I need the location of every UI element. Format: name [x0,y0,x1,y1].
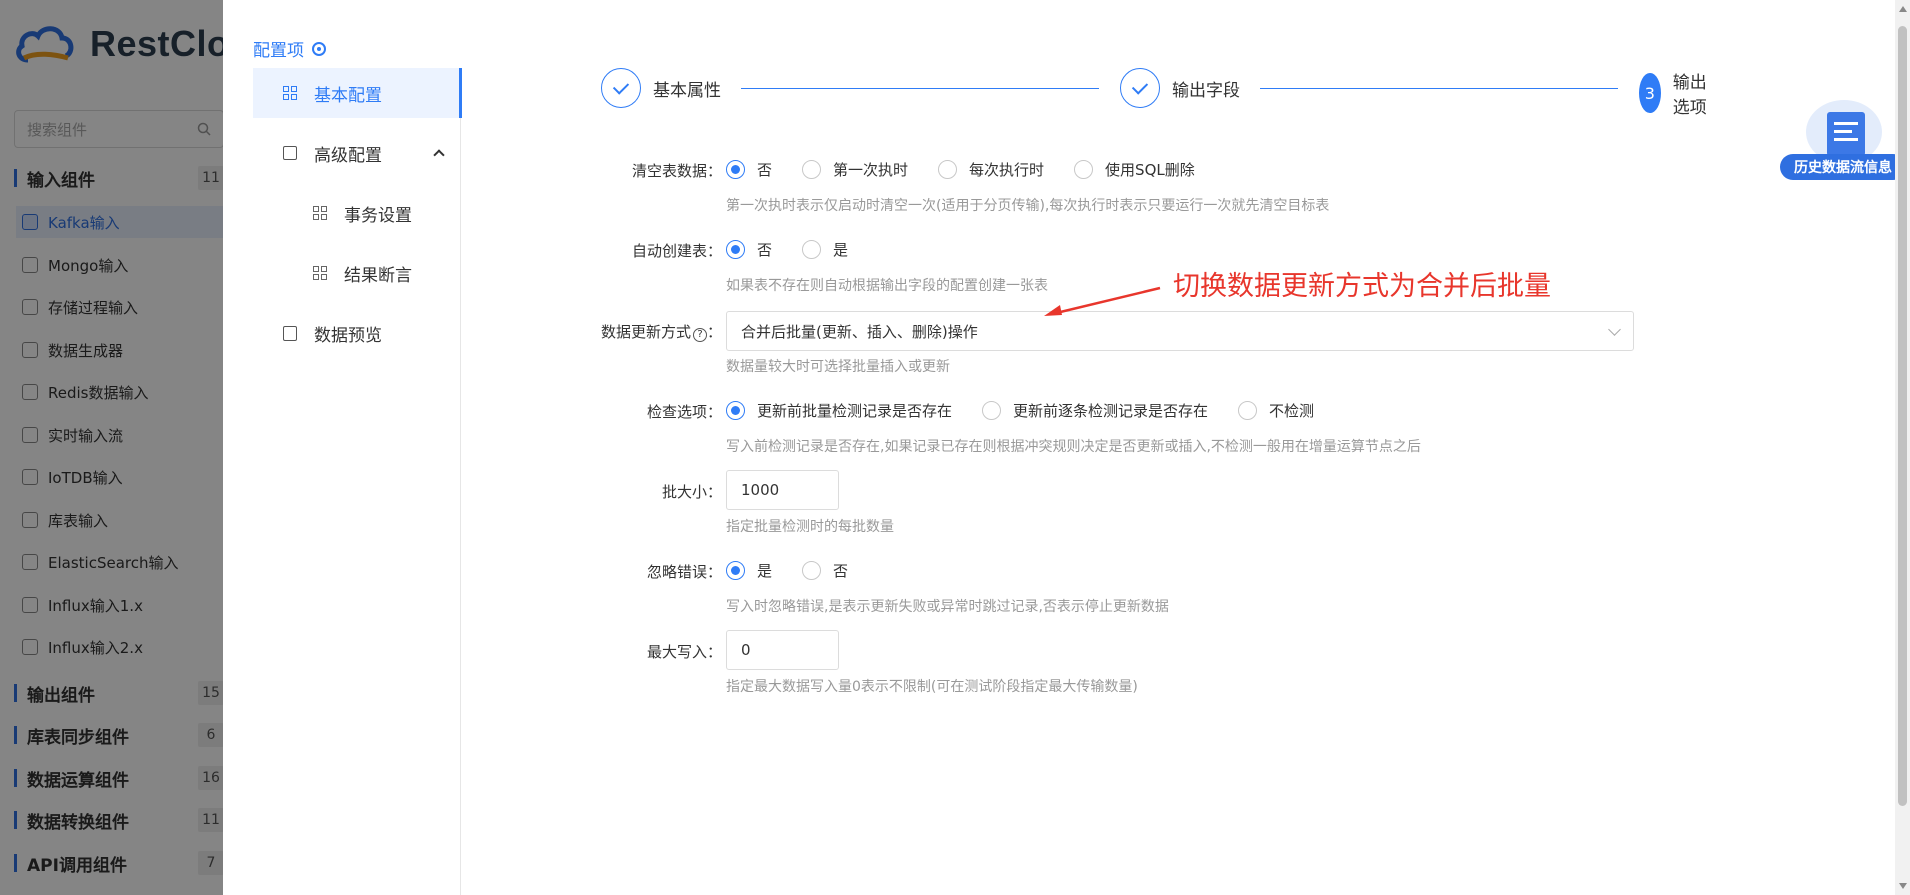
steps-bar: 基本属性 输出字段 3 输出选项 [601,68,1707,118]
batch-size-input[interactable]: 1000 [726,470,839,510]
ignore-error-label: 忽略错误： [646,563,722,581]
nav-advanced-config[interactable]: 高级配置 [253,128,445,178]
radio-auto-create-yes[interactable]: 是 [802,239,848,260]
config-title-text: 配置项 [253,41,304,61]
grid-icon [313,205,328,221]
batch-size-hint: 指定批量检测时的每批数量 [726,519,894,535]
auto-create-radio-group: 否 是 [726,239,878,260]
radio-clear-first[interactable]: 第一次执时 [802,159,908,180]
clear-table-hint: 第一次执时表示仅启动时清空一次(适用于分页传输),每次执行时表示只要运行一次就先… [726,198,1330,214]
update-mode-select[interactable]: 合并后批量(更新、插入、删除)操作 [726,311,1634,351]
config-nav: 基本配置 高级配置 事务设置 结果断言 数据预览 [253,68,462,895]
step-connector [1260,88,1618,89]
nav-transaction[interactable]: 事务设置 [253,188,412,238]
radio-ignore-no[interactable]: 否 [802,560,848,581]
nav-assertion[interactable]: 结果断言 [253,248,412,298]
grid-icon [313,265,328,281]
max-write-hint: 指定最大数据写入量0表示不限制(可在测试阶段指定最大传输数量) [726,679,1138,695]
config-title: 配置项 [253,36,326,61]
check-options-label: 检查选项： [646,403,722,421]
scroll-up-icon[interactable] [1899,6,1907,12]
scrollbar[interactable] [1895,0,1910,895]
auto-create-label: 自动创建表： [631,242,722,260]
scrollbar-thumb[interactable] [1898,26,1907,806]
check-icon [1120,68,1160,108]
radio-ignore-yes[interactable]: 是 [726,560,772,581]
radio-clear-sql[interactable]: 使用SQL删除 [1074,159,1195,180]
clear-table-radio-group: 否 第一次执时 每次执行时 使用SQL删除 [726,159,1225,180]
document-icon [1827,112,1865,156]
chevron-down-icon [1608,322,1621,336]
radio-clear-no[interactable]: 否 [726,159,772,180]
help-icon[interactable]: ? [692,327,707,342]
nav-data-preview[interactable]: 数据预览 [253,308,382,358]
check-options-hint: 写入前检测记录是否存在,如果记录已存在则根据冲突规则决定是否更新或插入,不检测一… [726,439,1421,455]
radio-clear-every[interactable]: 每次执行时 [938,159,1044,180]
step-connector [741,88,1099,89]
check-icon [601,68,641,108]
step-output-fields[interactable]: 输出字段 [1120,68,1240,108]
scroll-down-icon[interactable] [1899,883,1907,889]
check-options-radio-group: 更新前批量检测记录是否存在 更新前逐条检测记录是否存在 不检测 [726,400,1344,421]
radio-auto-create-no[interactable]: 否 [726,239,772,260]
step-number: 3 [1639,73,1661,113]
ignore-error-radio-group: 是 否 [726,560,878,581]
annotation-arrow [1044,286,1161,316]
max-write-label: 最大写入： [646,643,722,661]
auto-create-hint: 如果表不存在则自动根据输出字段的配置创建一张表 [726,278,1048,294]
preview-icon [283,325,297,341]
chevron-up-icon [433,149,445,161]
history-label: 历史数据流信息 [1780,154,1906,180]
update-mode-label: 数据更新方式?： [600,323,722,342]
radio-check-batch[interactable]: 更新前批量检测记录是否存在 [726,400,952,421]
step-basic-props[interactable]: 基本属性 [601,68,721,108]
nav-basic-config[interactable]: 基本配置 [253,68,462,118]
step-output-options[interactable]: 3 输出选项 [1639,68,1708,118]
grid-icon [283,85,298,101]
update-mode-value: 合并后批量(更新、插入、删除)操作 [741,322,978,341]
annotation-text: 切换数据更新方式为合并后批量 [1173,271,1551,302]
ignore-error-hint: 写入时忽略错误,是表示更新失败或异常时跳过记录,否表示停止更新数据 [726,599,1169,615]
history-dataflow-button[interactable]: 历史数据流信息 [1780,98,1908,180]
batch-size-label: 批大小： [661,483,722,501]
radio-check-each[interactable]: 更新前逐条检测记录是否存在 [982,400,1208,421]
update-mode-hint: 数据量较大时可选择批量插入或更新 [726,359,950,375]
settings-icon [312,41,326,56]
max-write-input[interactable]: 0 [726,630,839,670]
clear-table-label: 清空表数据： [631,162,722,180]
radio-check-none[interactable]: 不检测 [1238,400,1314,421]
cube-icon [283,145,297,160]
